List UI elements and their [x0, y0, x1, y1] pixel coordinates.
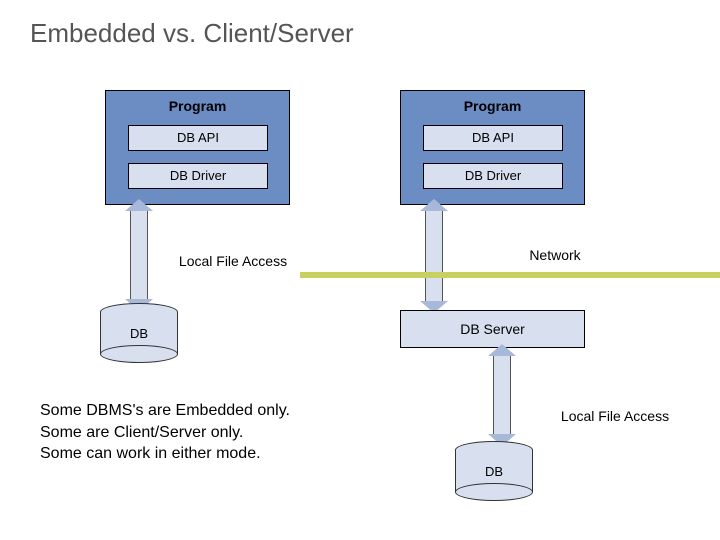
server-db-arrow-icon	[493, 355, 511, 435]
page-title: Embedded vs. Client/Server	[30, 18, 354, 49]
db-server-box: DB Server	[400, 310, 585, 348]
embedded-db-label: DB	[101, 326, 177, 341]
client-db-api-box: DB API	[423, 125, 563, 151]
embedded-arrow-icon	[130, 210, 148, 300]
server-local-file-access-label: Local File Access	[540, 408, 690, 424]
embedded-local-file-access-label: Local File Access	[158, 253, 308, 269]
embedded-program-label: Program	[106, 98, 289, 114]
client-program-label: Program	[401, 98, 584, 114]
client-program-box: Program DB API DB Driver	[400, 90, 585, 205]
server-db-label: DB	[456, 464, 532, 479]
client-network-arrow-icon	[425, 210, 443, 302]
embedded-db-driver-box: DB Driver	[128, 163, 268, 189]
network-label: Network	[510, 247, 600, 263]
embedded-db-cylinder-icon: DB	[100, 312, 178, 354]
footnote-line-1: Some DBMS's are Embedded only.	[40, 400, 290, 422]
embedded-program-box: Program DB API DB Driver	[105, 90, 290, 205]
footnote-line-2: Some are Client/Server only.	[40, 422, 290, 444]
server-db-cylinder-icon: DB	[455, 450, 533, 492]
footnote-line-3: Some can work in either mode.	[40, 443, 290, 465]
client-db-driver-box: DB Driver	[423, 163, 563, 189]
embedded-db-api-box: DB API	[128, 125, 268, 151]
network-line-icon	[300, 272, 720, 278]
footnote-text: Some DBMS's are Embedded only. Some are …	[40, 400, 290, 465]
